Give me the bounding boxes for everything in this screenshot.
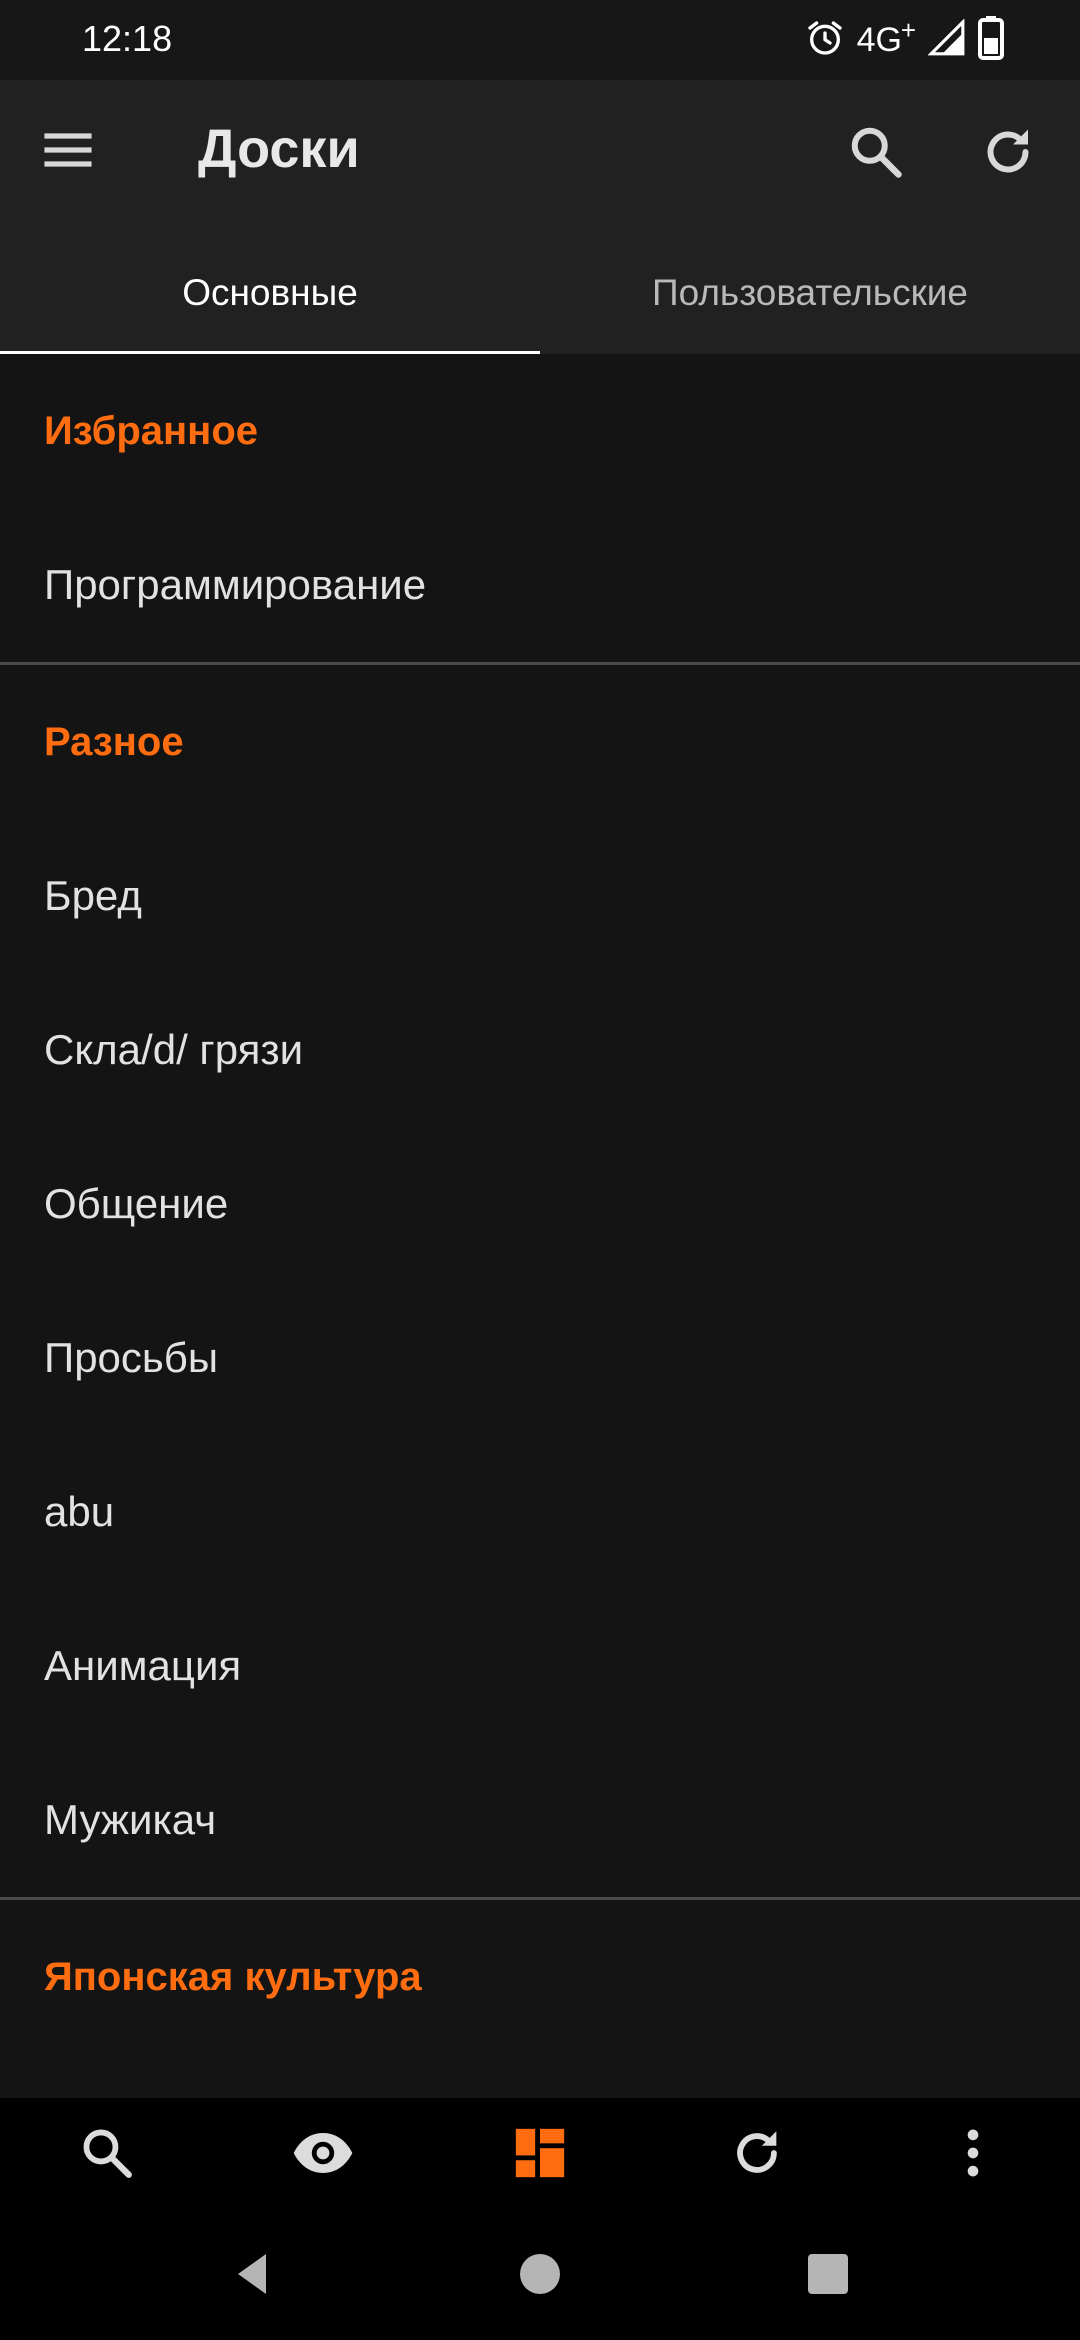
network-plus: + — [900, 14, 916, 45]
board-item[interactable]: Общение — [0, 1127, 1080, 1281]
status-time: 12:18 — [82, 18, 173, 59]
board-item[interactable]: Скла/d/ грязи — [0, 973, 1080, 1127]
back-icon — [238, 2254, 266, 2294]
bottom-search-button[interactable] — [72, 2118, 142, 2188]
more-icon — [967, 2129, 979, 2177]
boards-icon — [515, 2128, 565, 2178]
tab-main-label: Основные — [182, 272, 358, 313]
search-button[interactable] — [846, 122, 918, 194]
eye-icon — [293, 2133, 353, 2173]
search-icon — [851, 127, 902, 178]
refresh-icon — [737, 2131, 777, 2173]
board-item[interactable]: Анимация — [0, 1589, 1080, 1743]
bottom-watched-button[interactable] — [288, 2118, 358, 2188]
status-bar: 12:18 4G + — [0, 0, 1080, 80]
section-header-favorites: Избранное — [44, 408, 259, 453]
page-title: Доски — [198, 119, 360, 179]
bottom-boards-button[interactable] — [505, 2118, 575, 2188]
back-button[interactable] — [222, 2244, 282, 2304]
tab-main[interactable]: Основные — [0, 232, 540, 354]
refresh-icon — [987, 129, 1029, 173]
tab-custom[interactable]: Пользовательские — [540, 232, 1080, 354]
bottom-refresh-button[interactable] — [722, 2118, 792, 2188]
board-item[interactable]: abu — [0, 1435, 1080, 1589]
recents-icon — [808, 2254, 848, 2294]
boards-screen: 12:18 4G + Доски Основные Пользовательск… — [0, 0, 1080, 2340]
bottom-more-button[interactable] — [938, 2118, 1008, 2188]
bottom-nav — [0, 2098, 1080, 2204]
home-icon — [520, 2254, 560, 2294]
menu-icon — [44, 133, 92, 167]
alarm-icon — [805, 18, 845, 63]
signal-icon — [927, 17, 966, 62]
menu-button[interactable] — [40, 122, 112, 190]
recents-button[interactable] — [798, 2244, 858, 2304]
board-item[interactable]: Бред — [0, 819, 1080, 973]
section-header-misc: Разное — [44, 719, 184, 764]
home-button[interactable] — [510, 2244, 570, 2304]
board-item[interactable]: Программирование — [0, 508, 1080, 662]
tab-bar: Основные Пользовательские — [0, 232, 1080, 354]
section-header-japanese: Японская культура — [44, 1954, 422, 1999]
network-type: 4G + — [856, 15, 916, 60]
status-icons: 4G + — [805, 15, 1004, 65]
app-bar: Доски — [0, 80, 1080, 232]
search-icon — [83, 2129, 132, 2178]
system-nav — [0, 2204, 1080, 2340]
refresh-button[interactable] — [978, 122, 1050, 194]
tab-custom-label: Пользовательские — [651, 272, 969, 313]
network-label: 4G — [856, 20, 902, 59]
battery-icon — [978, 15, 1004, 65]
board-item[interactable]: Мужикач — [0, 1743, 1080, 1897]
boards-list: Избранное Программирование Разное Бред С… — [0, 354, 1080, 2098]
board-item[interactable]: Просьбы — [0, 1281, 1080, 1435]
